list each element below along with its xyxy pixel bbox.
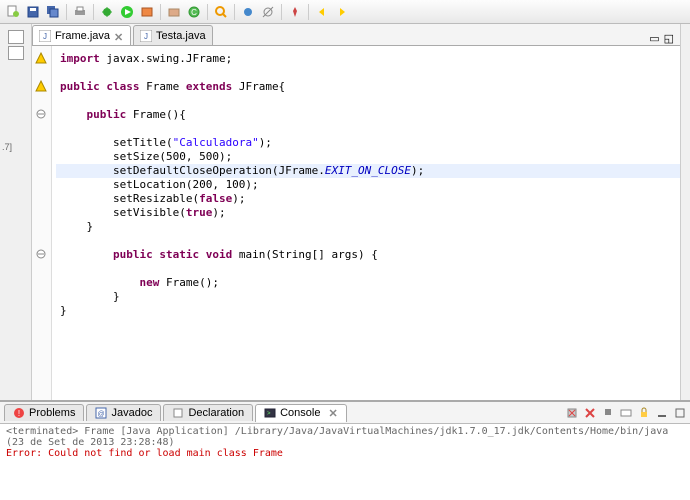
main-toolbar: C (0, 0, 690, 24)
minimize-panel-icon[interactable] (656, 407, 668, 419)
tab-label: Frame.java (55, 30, 110, 42)
javadoc-icon: @ (95, 407, 107, 419)
sidebar-label: .7] (2, 62, 29, 152)
debug-icon[interactable] (98, 3, 116, 21)
svg-text:@: @ (98, 411, 105, 418)
svg-text:!: ! (18, 409, 20, 418)
tab-frame-java[interactable]: J Frame.java ✕ (32, 25, 131, 45)
close-icon[interactable]: ✕ (114, 31, 124, 41)
declaration-icon (172, 407, 184, 419)
save-all-icon[interactable] (44, 3, 62, 21)
maximize-editor-icon[interactable]: ◱ (664, 32, 674, 45)
java-file-icon: J (39, 30, 51, 42)
code-editor[interactable]: import javax.swing.JFrame; public class … (32, 46, 680, 400)
code-line: setTitle("Calculadora"); (56, 136, 680, 150)
code-line: } (56, 220, 680, 234)
left-sidebar: .7] (0, 24, 32, 400)
tab-problems[interactable]: ! Problems (4, 404, 84, 421)
tab-label: Testa.java (156, 30, 206, 42)
code-line: public Frame(){ (56, 108, 680, 122)
console-output[interactable]: <terminated> Frame [Java Application] /L… (0, 424, 690, 500)
tab-label: Problems (29, 407, 75, 419)
restore-icon[interactable] (8, 46, 24, 60)
minimize-editor-icon[interactable]: ▭ (649, 32, 659, 45)
maximize-panel-icon[interactable] (674, 407, 686, 419)
error-line: Error: Could not find or load main class… (6, 448, 684, 459)
warning-icon (35, 80, 47, 92)
pin-console-icon[interactable] (602, 407, 614, 419)
gutter (32, 46, 52, 400)
editor-tabs: J Frame.java ✕ J Testa.java ▭ ◱ (32, 24, 680, 46)
search-icon[interactable] (212, 3, 230, 21)
run-ext-icon[interactable] (138, 3, 156, 21)
tab-console[interactable]: > Console ✕ (255, 404, 347, 422)
print-icon[interactable] (71, 3, 89, 21)
tab-label: Console (280, 407, 320, 419)
bottom-tabs: ! Problems @ Javadoc Declaration > Conso… (0, 402, 690, 424)
java-file-icon: J (140, 30, 152, 42)
minimize-icon[interactable] (8, 30, 24, 44)
new-package-icon[interactable] (165, 3, 183, 21)
terminated-line: <terminated> Frame [Java Application] /L… (6, 426, 684, 448)
code-line (56, 234, 680, 248)
toggle-breakpoint-icon[interactable] (239, 3, 257, 21)
code-line: } (56, 304, 680, 318)
code-line: public static void main(String[] args) { (56, 248, 680, 262)
new-class-icon[interactable]: C (185, 3, 203, 21)
code-line: setVisible(true); (56, 206, 680, 220)
problems-icon: ! (13, 407, 25, 419)
code-line: import javax.swing.JFrame; (56, 52, 680, 66)
code-line: } (56, 290, 680, 304)
code-line: setSize(500, 500); (56, 150, 680, 164)
nav-back-icon[interactable] (313, 3, 331, 21)
remove-all-icon[interactable] (584, 407, 596, 419)
code-line: setDefaultCloseOperation(JFrame.EXIT_ON_… (56, 164, 680, 178)
svg-text:J: J (43, 32, 47, 41)
nav-forward-icon[interactable] (333, 3, 351, 21)
code-line (56, 122, 680, 136)
close-icon[interactable]: ✕ (328, 407, 337, 420)
scroll-lock-icon[interactable] (638, 407, 650, 419)
code-line (56, 262, 680, 276)
collapse-icon[interactable] (35, 248, 47, 260)
code-line (56, 94, 680, 108)
tab-declaration[interactable]: Declaration (163, 404, 253, 421)
code-line (56, 66, 680, 80)
right-ruler (680, 24, 690, 400)
display-console-icon[interactable] (620, 407, 632, 419)
tab-testa-java[interactable]: J Testa.java (133, 25, 213, 45)
skip-breakpoints-icon[interactable] (259, 3, 277, 21)
console-icon: > (264, 407, 276, 419)
tab-label: Javadoc (111, 407, 152, 419)
code-line: public class Frame extends JFrame{ (56, 80, 680, 94)
warning-icon (35, 52, 47, 64)
code-line: setLocation(200, 100); (56, 178, 680, 192)
run-icon[interactable] (118, 3, 136, 21)
code-line: setResizable(false); (56, 192, 680, 206)
pin-icon[interactable] (286, 3, 304, 21)
remove-launch-icon[interactable] (566, 407, 578, 419)
code-line: new Frame(); (56, 276, 680, 290)
svg-text:C: C (191, 8, 197, 17)
bottom-panel: ! Problems @ Javadoc Declaration > Conso… (0, 400, 690, 500)
new-icon[interactable] (4, 3, 22, 21)
svg-text:J: J (144, 32, 148, 41)
tab-label: Declaration (188, 407, 244, 419)
svg-text:>: > (267, 411, 271, 417)
tab-javadoc[interactable]: @ Javadoc (86, 404, 161, 421)
save-icon[interactable] (24, 3, 42, 21)
collapse-icon[interactable] (35, 108, 47, 120)
editor-area: J Frame.java ✕ J Testa.java ▭ ◱ import j… (32, 24, 680, 400)
